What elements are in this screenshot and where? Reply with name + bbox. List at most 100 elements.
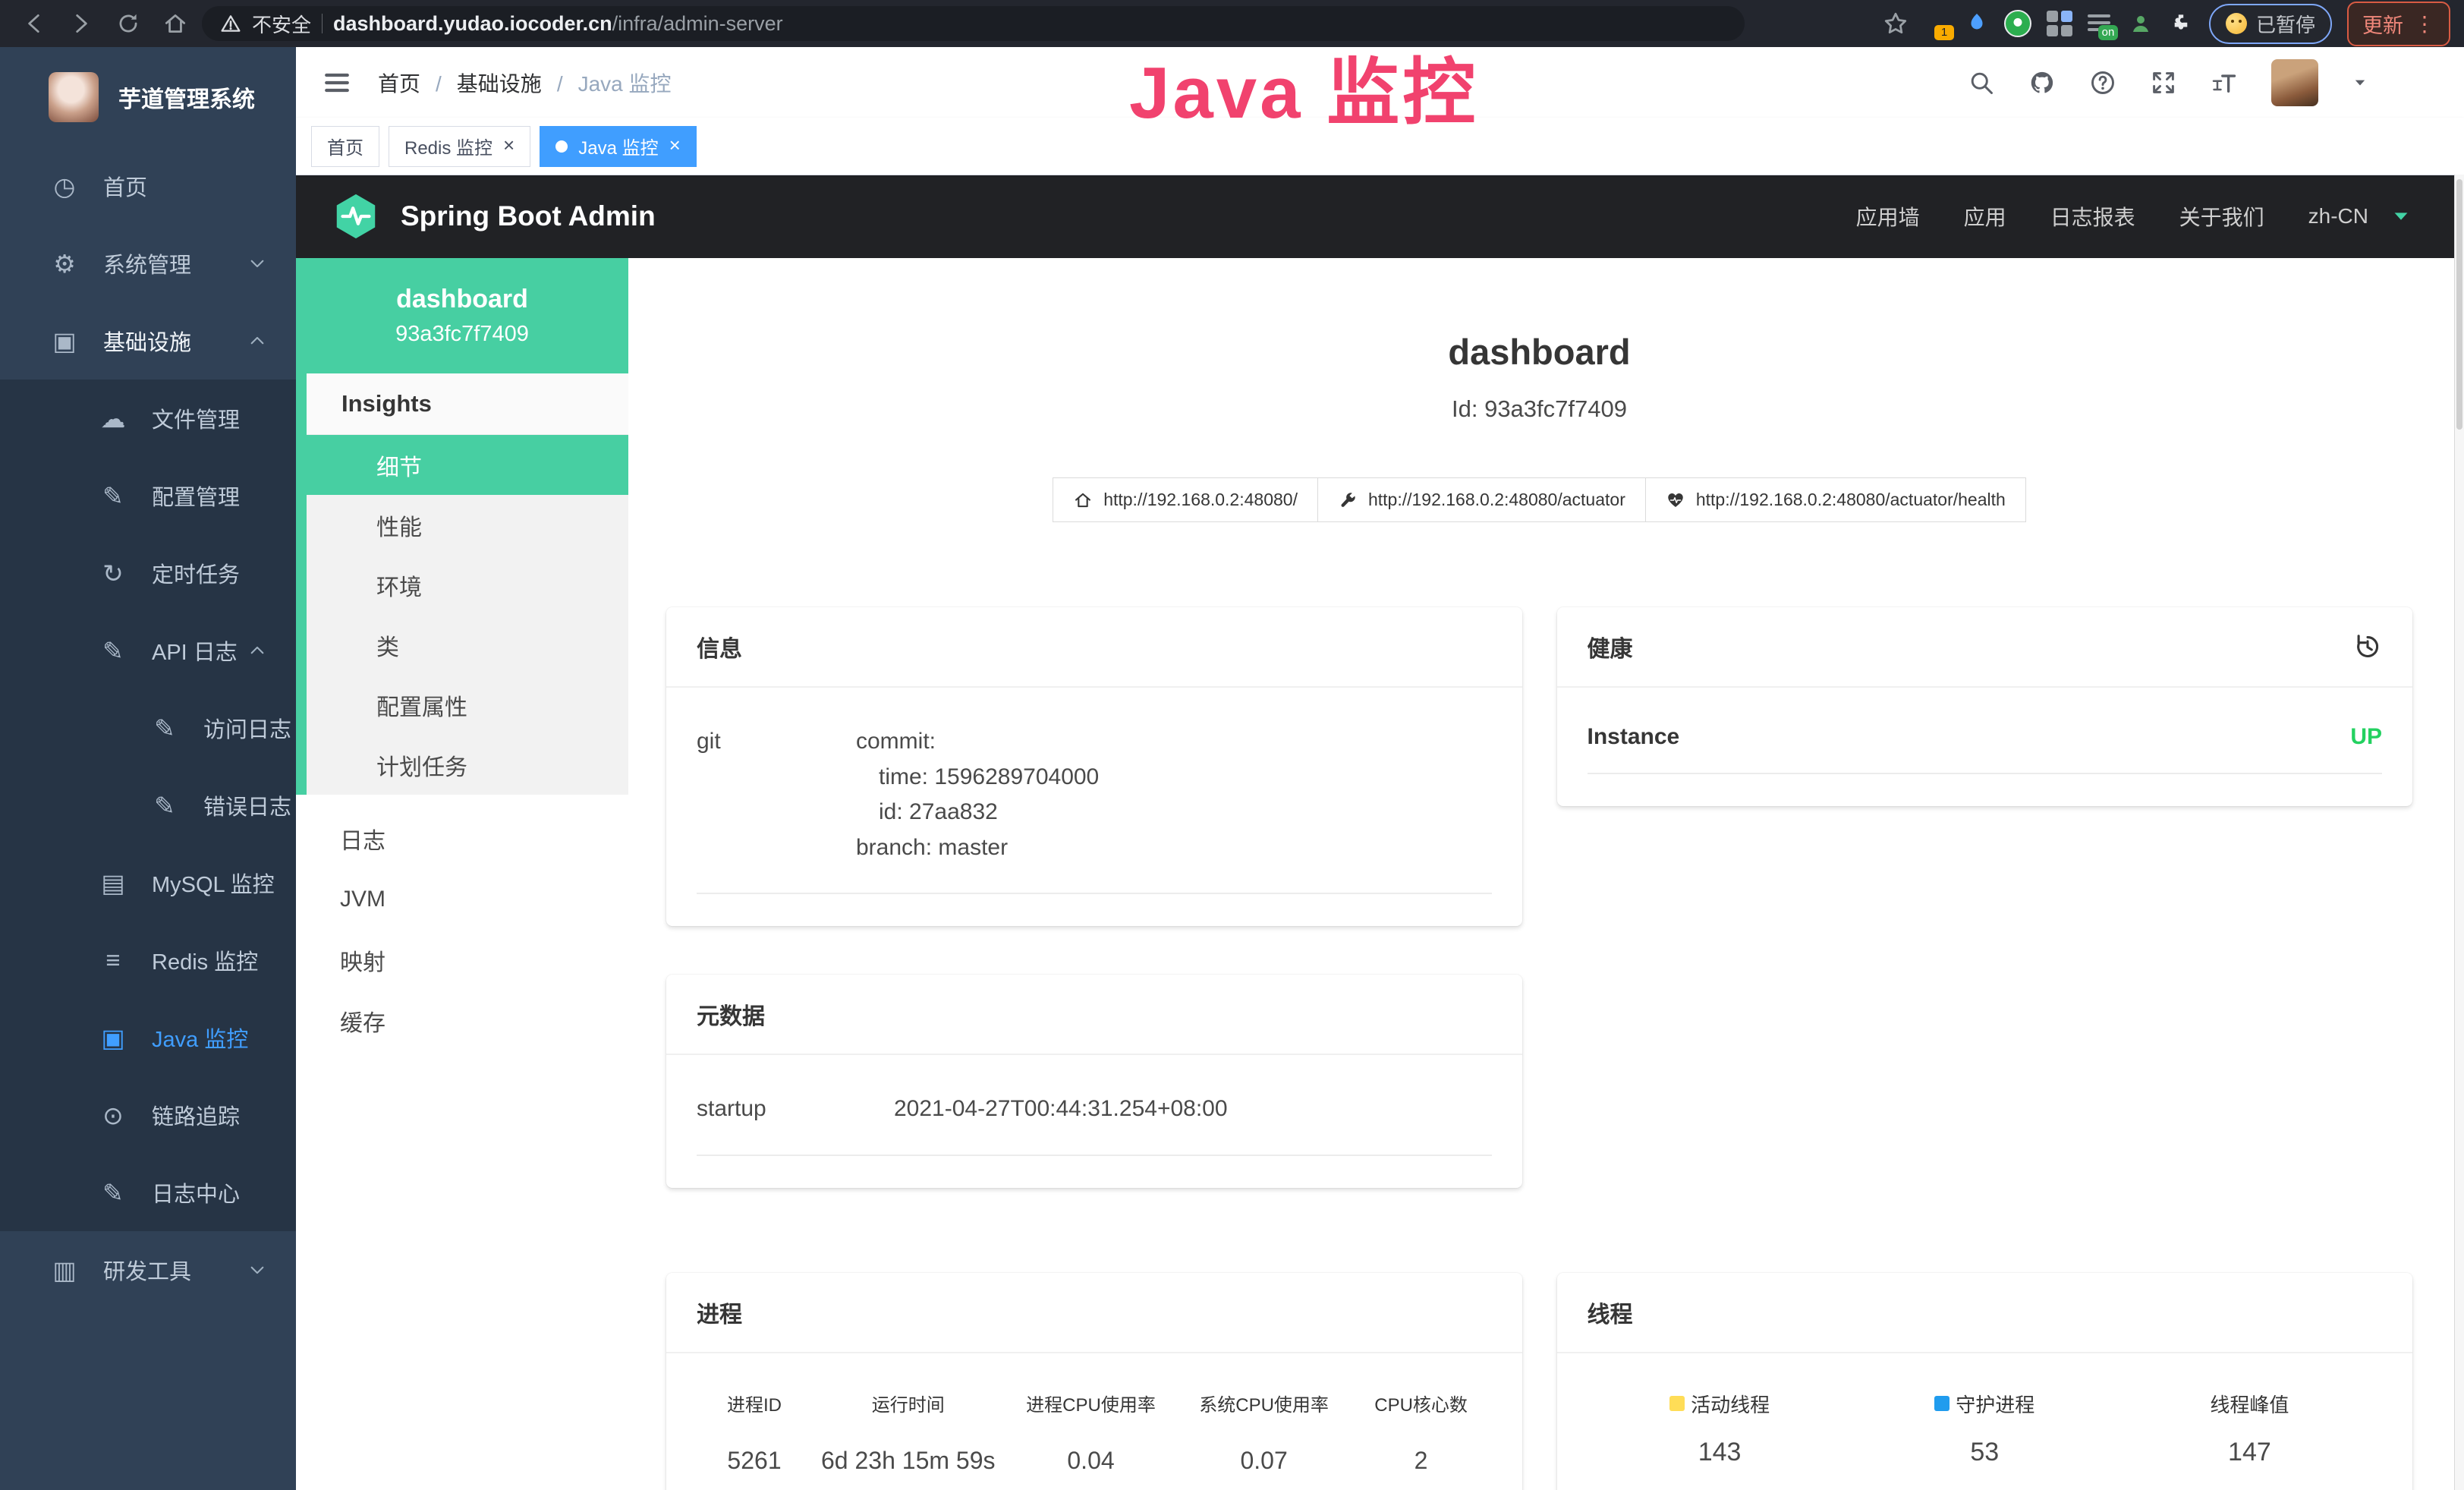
page-scrollbar[interactable] — [2454, 175, 2464, 1490]
help-icon[interactable] — [2089, 69, 2116, 96]
tab-java[interactable]: Java 监控 — [540, 126, 697, 167]
process-card-body: 进程ID 运行时间 进程CPU使用率 系统CPU使用率 CPU核心数 5261 … — [666, 1353, 1522, 1490]
threads-card-body: 活动线程 守护进程 线程峰值 143 53 — [1557, 1353, 2413, 1490]
heart-icon — [1666, 490, 1685, 510]
legend-peak-value: 147 — [2117, 1438, 2382, 1467]
service-url-link[interactable]: http://192.168.0.2:48080/ — [1053, 477, 1318, 522]
collapse-sidebar-icon[interactable] — [322, 68, 352, 98]
sidebar-item-file[interactable]: ☁ 文件管理 — [0, 380, 296, 457]
sba-menu-jvm[interactable]: JVM — [296, 869, 628, 930]
green-extension-icon[interactable] — [2004, 10, 2031, 37]
close-icon[interactable] — [669, 135, 681, 157]
metadata-card-title: 元数据 — [666, 975, 1522, 1055]
cards-grid: 信息 git commit: time: 1596289704000 id: 2… — [666, 607, 2412, 1490]
forward-icon[interactable] — [68, 11, 94, 36]
sba-menu-environment[interactable]: 环境 — [307, 555, 628, 615]
breadcrumb-infra[interactable]: 基础设施 — [436, 68, 542, 98]
chevron-up-icon — [247, 331, 267, 351]
info-card: 信息 git commit: time: 1596289704000 id: 2… — [666, 607, 1522, 926]
browser-menu-icon[interactable] — [2414, 11, 2435, 36]
sba-menu-metrics[interactable]: 性能 — [307, 495, 628, 555]
actuator-url-link[interactable]: http://192.168.0.2:48080/actuator — [1317, 477, 1646, 522]
screen: 不安全 dashboard.yudao.iocoder.cn/infra/adm… — [0, 0, 2464, 1490]
health-url-link[interactable]: http://192.168.0.2:48080/actuator/health — [1645, 477, 2026, 522]
sidebar-item-mysql[interactable]: ▤ MySQL 监控 — [0, 844, 296, 921]
breadcrumb-home[interactable]: 首页 — [378, 68, 420, 98]
sidebar-item-api-log[interactable]: ✎ API 日志 — [0, 612, 296, 689]
home-icon — [1073, 490, 1093, 510]
sba-menu-logs[interactable]: 日志 — [296, 808, 628, 869]
breadcrumb: 首页 基础设施 Java 监控 — [378, 68, 672, 98]
sidebar-item-dev-tools[interactable]: ▥ 研发工具 — [0, 1231, 296, 1309]
sidebar-item-system[interactable]: ⚙ 系统管理 — [0, 225, 296, 302]
sba-brand[interactable]: Spring Boot Admin — [331, 191, 656, 241]
sidebar-item-log-center[interactable]: ✎ 日志中心 — [0, 1154, 296, 1231]
edit-icon: ✎ — [97, 1178, 129, 1208]
extension-orange-icon[interactable]: 1 — [1924, 11, 1949, 36]
legend-swatch-yellow — [1669, 1396, 1685, 1411]
cell-uptime: 6d 23h 15m 59s — [812, 1447, 1004, 1475]
sidebar-item-job[interactable]: ↻ 定时任务 — [0, 534, 296, 612]
search-icon[interactable] — [1968, 69, 1995, 96]
address-bar[interactable]: 不安全 dashboard.yudao.iocoder.cn/infra/adm… — [202, 6, 1745, 41]
font-size-icon[interactable] — [2211, 69, 2238, 96]
sba-nav-about[interactable]: 关于我们 — [2179, 201, 2264, 232]
sidebar-item-error-log[interactable]: ✎ 错误日志 — [0, 767, 296, 844]
annotation-java-monitor: Java 监控 — [1129, 33, 1478, 139]
extensions-puzzle-icon[interactable] — [2168, 11, 2194, 36]
sba-nav-wallboard[interactable]: 应用墙 — [1856, 201, 1920, 232]
bookmark-star-icon[interactable] — [1883, 11, 1909, 36]
briefcase-icon: ▥ — [49, 1255, 80, 1285]
list-extension-icon[interactable]: on — [2088, 11, 2113, 36]
sba-nav-language[interactable]: zh-CN — [2308, 204, 2368, 228]
sidebar-item-infra[interactable]: ▣ 基础设施 — [0, 302, 296, 380]
sba-nav-journal[interactable]: 日志报表 — [2050, 201, 2135, 232]
sba-menu-caches[interactable]: 缓存 — [296, 991, 628, 1051]
scrollbar-thumb[interactable] — [2456, 179, 2462, 430]
paused-pill[interactable]: 已暂停 — [2209, 4, 2332, 44]
sidebar-item-config[interactable]: ✎ 配置管理 — [0, 457, 296, 534]
legend-peak: 线程峰值 — [2117, 1390, 2382, 1418]
user-avatar[interactable] — [2271, 59, 2318, 106]
info-card-body: git commit: time: 1596289704000 id: 27aa… — [666, 688, 1522, 926]
sidebar-item-access-log[interactable]: ✎ 访问日志 — [0, 689, 296, 767]
sba-menu-details[interactable]: 细节 — [307, 435, 628, 495]
sba-menu-classes[interactable]: 类 — [307, 615, 628, 675]
sba-nav-applications[interactable]: 应用 — [1964, 201, 2006, 232]
col-header: 运行时间 — [812, 1390, 1004, 1416]
instance-id-line: Id: 93a3fc7f7409 — [666, 395, 2412, 423]
update-button[interactable]: 更新 — [2347, 2, 2450, 46]
close-icon[interactable] — [503, 135, 515, 157]
layers-icon: ≡ — [97, 946, 129, 975]
tab-home[interactable]: 首页 — [311, 126, 379, 167]
table-icon: ▤ — [97, 868, 129, 898]
user-menu-caret-icon[interactable] — [2352, 74, 2368, 91]
sidebar-item-home[interactable]: ◷ 首页 — [0, 147, 296, 225]
threads-card: 线程 活动线程 守护进程 — [1557, 1273, 2413, 1490]
edit-icon: ✎ — [97, 636, 129, 666]
browser-home-icon[interactable] — [162, 11, 188, 36]
pin-extension-icon[interactable] — [1965, 11, 1989, 36]
back-icon[interactable] — [21, 11, 47, 36]
app-logo-row: 芋道管理系统 — [0, 47, 296, 147]
person-extension-icon[interactable] — [2129, 11, 2153, 36]
github-icon[interactable] — [2028, 69, 2056, 96]
sba-menu-config-props[interactable]: 配置属性 — [307, 675, 628, 735]
instance-header[interactable]: dashboard 93a3fc7f7409 — [296, 258, 628, 373]
grid-extension-icon[interactable] — [2047, 11, 2072, 36]
history-icon[interactable] — [2353, 632, 2382, 661]
sidebar-item-redis[interactable]: ≡ Redis 监控 — [0, 921, 296, 999]
metadata-card-body: startup 2021-04-27T00:44:31.254+08:00 — [666, 1055, 1522, 1188]
sba-body: dashboard 93a3fc7f7409 Insights 细节 性能 环境… — [296, 258, 2455, 1490]
cell-system-cpu: 0.07 — [1178, 1447, 1351, 1475]
breadcrumb-current: Java 监控 — [557, 68, 672, 98]
sidebar-item-trace[interactable]: ⊙ 链路追踪 — [0, 1076, 296, 1154]
tab-redis[interactable]: Redis 监控 — [389, 126, 530, 167]
reload-icon[interactable] — [115, 11, 141, 36]
sidebar-item-java[interactable]: ▣ Java 监控 — [0, 999, 296, 1076]
fullscreen-icon[interactable] — [2150, 69, 2177, 96]
sba-menu-scheduled-tasks[interactable]: 计划任务 — [307, 735, 628, 795]
health-row: Instance UP — [1588, 724, 2383, 750]
language-caret-icon[interactable] — [2390, 205, 2412, 228]
sba-menu-mappings[interactable]: 映射 — [296, 930, 628, 991]
